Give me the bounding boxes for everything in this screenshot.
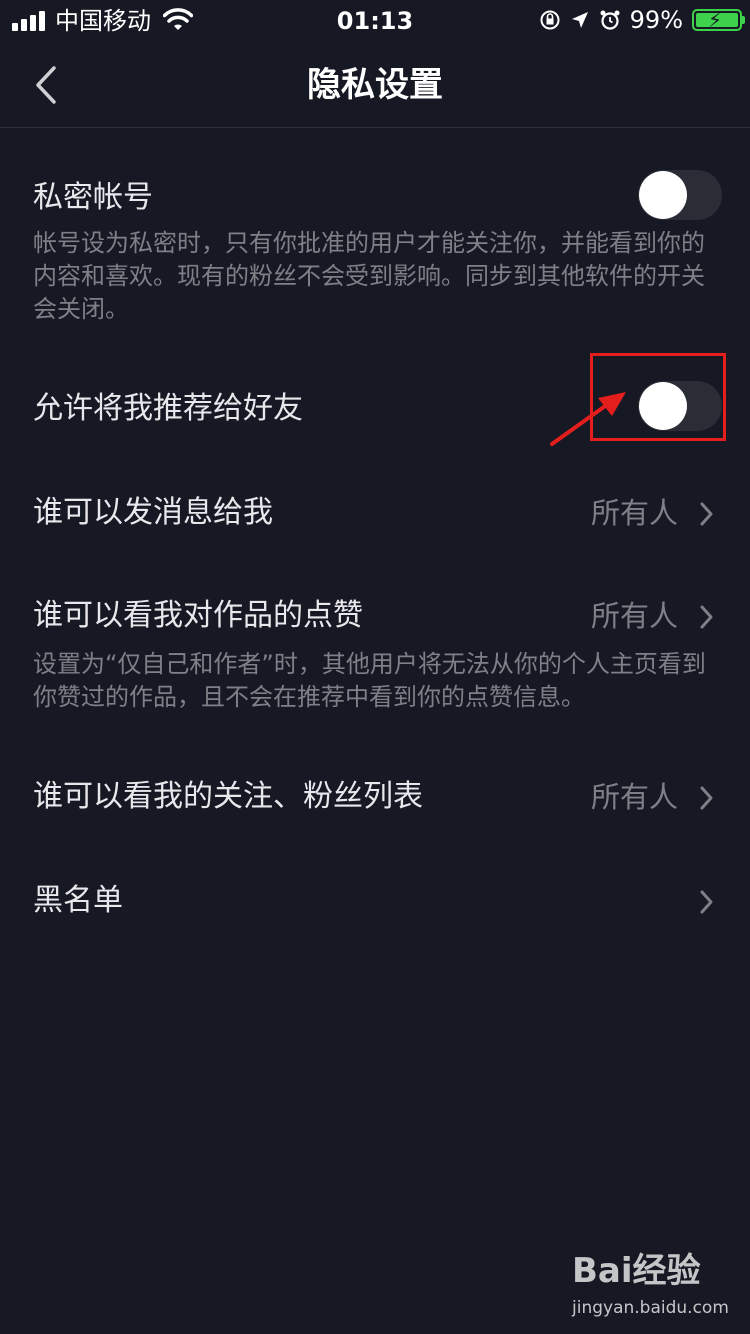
who-can-see-likes-label: 谁可以看我对作品的点赞 bbox=[33, 598, 363, 633]
page-title: 隐私设置 bbox=[307, 65, 443, 105]
who-can-see-following-value: 所有人 bbox=[590, 780, 678, 814]
annotation-arrow bbox=[550, 392, 626, 446]
battery-charging-icon: ⚡ bbox=[692, 9, 745, 31]
setting-blacklist[interactable]: 黑名单 bbox=[0, 860, 750, 944]
private-account-toggle[interactable] bbox=[638, 170, 722, 220]
watermark-url: jingyan.baidu.com bbox=[572, 1298, 729, 1318]
who-can-see-likes-description: 设置为“仅自己和作者”时，其他用户将无法从你的个人主页看到你赞过的作品，且不会在… bbox=[33, 650, 706, 711]
who-can-see-likes-value: 所有人 bbox=[590, 599, 678, 633]
alarm-icon bbox=[600, 10, 620, 30]
private-account-label: 私密帐号 bbox=[33, 180, 153, 215]
navigation-bar: 隐私设置 bbox=[0, 42, 750, 128]
chevron-right-icon bbox=[700, 890, 713, 914]
who-can-message-label: 谁可以发消息给我 bbox=[33, 495, 273, 530]
watermark: Bai经验 jingyan.baidu.com bbox=[572, 1248, 729, 1318]
who-can-message-value: 所有人 bbox=[590, 496, 678, 530]
chevron-right-icon bbox=[700, 786, 713, 810]
setting-who-can-see-following[interactable]: 谁可以看我的关注、粉丝列表 所有人 bbox=[0, 756, 750, 840]
chevron-right-icon bbox=[700, 502, 713, 526]
battery-percent: 99% bbox=[629, 6, 683, 34]
toggle-knob bbox=[639, 171, 687, 219]
watermark-logo: Bai经验 bbox=[572, 1251, 701, 1291]
orientation-lock-icon bbox=[540, 10, 560, 30]
recommend-to-friends-label: 允许将我推荐给好友 bbox=[33, 391, 303, 426]
setting-private-account: 私密帐号 帐号设为私密时，只有你批准的用户才能关注你，并能看到你的内容和喜欢。现… bbox=[0, 160, 750, 330]
who-can-see-following-label: 谁可以看我的关注、粉丝列表 bbox=[33, 779, 423, 814]
setting-who-can-see-likes[interactable]: 谁可以看我对作品的点赞 所有人 设置为“仅自己和作者”时，其他用户将无法从你的个… bbox=[0, 576, 750, 716]
private-account-description: 帐号设为私密时，只有你批准的用户才能关注你，并能看到你的内容和喜欢。现有的粉丝不… bbox=[33, 229, 705, 323]
blacklist-label: 黑名单 bbox=[33, 883, 123, 918]
setting-who-can-message[interactable]: 谁可以发消息给我 所有人 bbox=[0, 472, 750, 556]
chevron-right-icon bbox=[700, 605, 713, 629]
location-icon bbox=[571, 12, 588, 28]
status-bar: 中国移动 01:13 99% ⚡ bbox=[0, 0, 750, 42]
